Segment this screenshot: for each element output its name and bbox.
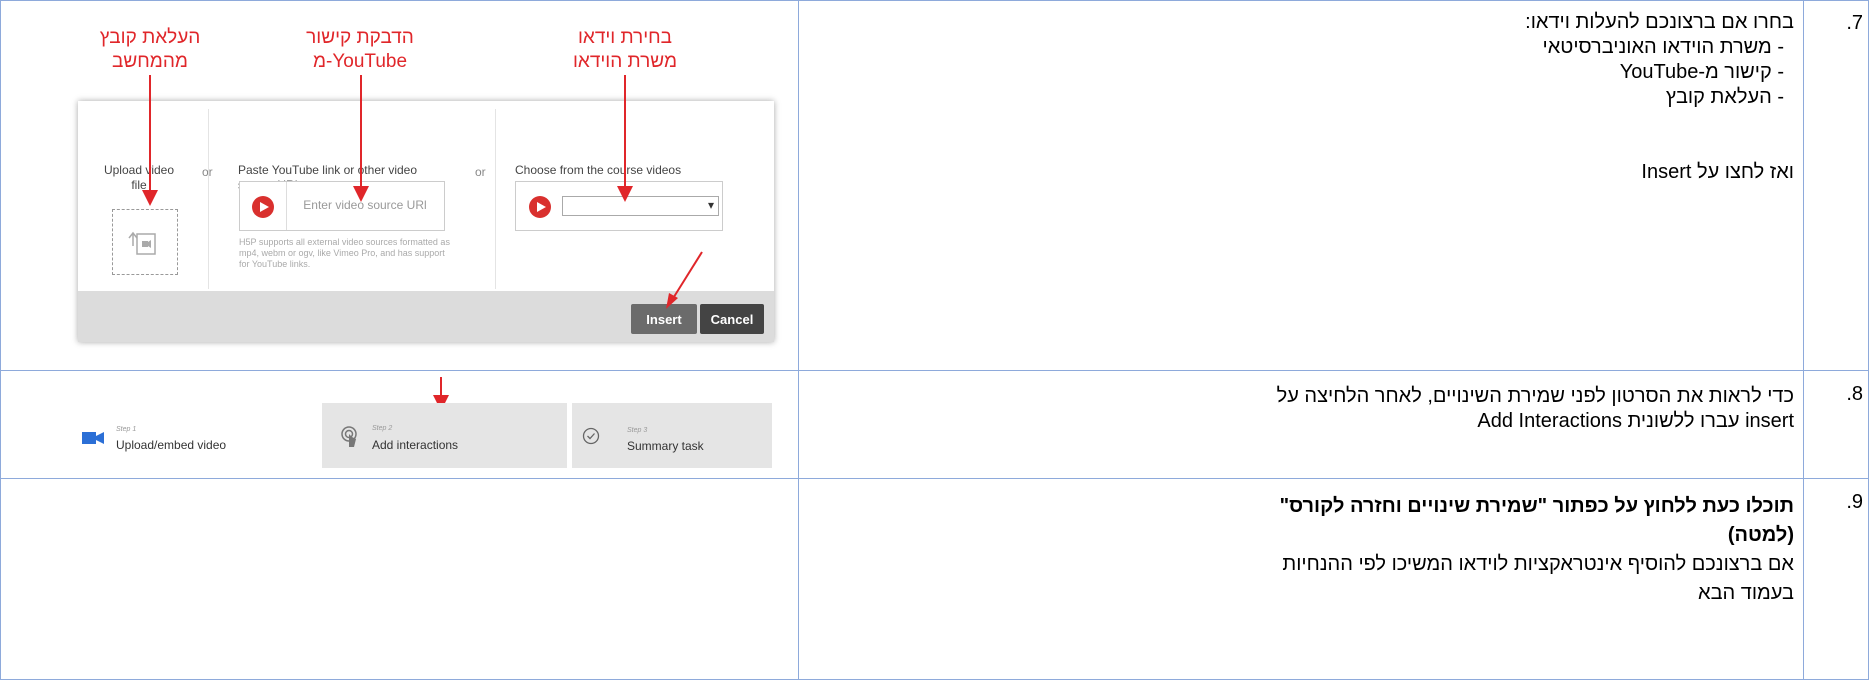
- step-name: Add interactions: [372, 438, 459, 452]
- row8-instructions: כדי לראות את הסרטון לפני שמירת השינויים,…: [894, 384, 1794, 434]
- row-number: .7: [1846, 12, 1863, 34]
- chevron-down-icon: ▾: [707, 198, 714, 212]
- supported-sources-hint: H5P supports all external video sources …: [239, 237, 450, 269]
- step-name: Upload/embed video: [116, 438, 227, 452]
- annotation-server: בחירת וידאו משרת הוידאו: [535, 26, 715, 74]
- row7-instructions: בחרו אם ברצונכם להעלות וידאו: - משרת הוי…: [894, 10, 1794, 185]
- row7-line: - קישור מ-YouTube: [1619, 61, 1784, 83]
- annotation-youtube: הדבקת קישור מ-YouTube: [270, 26, 450, 74]
- column-divider: [208, 109, 209, 289]
- annotation-upload: העלאת קובץ מהמחשב: [60, 26, 240, 74]
- table-border: [0, 0, 1869, 1]
- annotation-arrowhead: [142, 190, 158, 206]
- course-video-select[interactable]: ▾: [562, 196, 719, 216]
- annotation-line: העלאת קובץ: [99, 27, 201, 48]
- annotation-arrow: [624, 75, 626, 190]
- annotation-line: הדבקת קישור: [306, 27, 414, 48]
- upload-file-icon: [128, 231, 156, 255]
- annotation-line: מהמחשב: [112, 51, 188, 72]
- annotation-arrowhead: [617, 186, 633, 202]
- annotation-line: משרת הוידאו: [572, 51, 678, 72]
- input-divider: [286, 182, 287, 230]
- row7-line: ואז לחצו על Insert: [1641, 161, 1794, 183]
- touch-icon: [341, 426, 357, 447]
- step-upload-embed[interactable]: Step 1 Upload/embed video: [70, 403, 318, 468]
- row7-line: - משרת הוידאו האוניברסיטאי: [1542, 36, 1784, 58]
- row9-line: בעמוד הבא: [1698, 582, 1794, 604]
- row7-line: - העלאת קובץ: [1665, 86, 1784, 108]
- table-border: [1803, 0, 1804, 680]
- course-videos-title: Choose from the course videos: [515, 163, 682, 177]
- step-add-interactions[interactable]: Step 2 Add interactions: [322, 403, 567, 468]
- row-number: .8: [1846, 383, 1863, 405]
- annotation-line: בחירת וידאו: [577, 27, 673, 48]
- upload-file-button[interactable]: [112, 209, 178, 275]
- step-label: Step 3: [627, 427, 648, 434]
- check-circle-icon: [582, 427, 600, 445]
- row9-instructions: תוכלו כעת ללחוץ על כפתור "שמירת שינויים …: [894, 492, 1794, 608]
- table-border: [0, 0, 1, 680]
- table-border: [798, 0, 799, 680]
- row8-line: insert עברו ללשונית Add Interactions: [1477, 410, 1794, 432]
- row9-bold-line: תוכלו כעת ללחוץ על כפתור "שמירת שינויים …: [1279, 495, 1794, 517]
- annotation-arrow: [360, 75, 362, 190]
- upload-title: Upload video file: [103, 163, 175, 192]
- table-border: [0, 370, 1869, 371]
- step-summary-task[interactable]: Step 3 Summary task: [572, 403, 772, 468]
- row-number: .9: [1846, 491, 1863, 513]
- or-separator: or: [475, 165, 486, 179]
- row9-bold-line: (למטה): [1727, 524, 1794, 546]
- annotation-line: מ-YouTube: [312, 51, 408, 72]
- annotation-arrow: [149, 75, 151, 195]
- row9-line: אם ברצונכם להוסיף אינטראקציות לוידאו המש…: [1282, 553, 1794, 575]
- row8-line: כדי לראות את הסרטון לפני שמירת השינויים,…: [1276, 385, 1794, 407]
- step-label: Step 2: [372, 425, 393, 432]
- url-input-box[interactable]: Enter video source URl: [239, 181, 445, 231]
- row7-line: בחרו אם ברצונכם להעלות וידאו:: [1525, 11, 1794, 33]
- annotation-arrowhead: [353, 186, 369, 202]
- play-icon: [252, 196, 274, 218]
- step-name: Summary task: [627, 439, 704, 453]
- column-divider: [495, 109, 496, 289]
- step-label: Step 1: [116, 426, 137, 433]
- insert-arrow: [666, 251, 703, 309]
- table-border: [0, 478, 1869, 479]
- video-camera-icon: [82, 432, 104, 444]
- play-icon: [529, 196, 551, 218]
